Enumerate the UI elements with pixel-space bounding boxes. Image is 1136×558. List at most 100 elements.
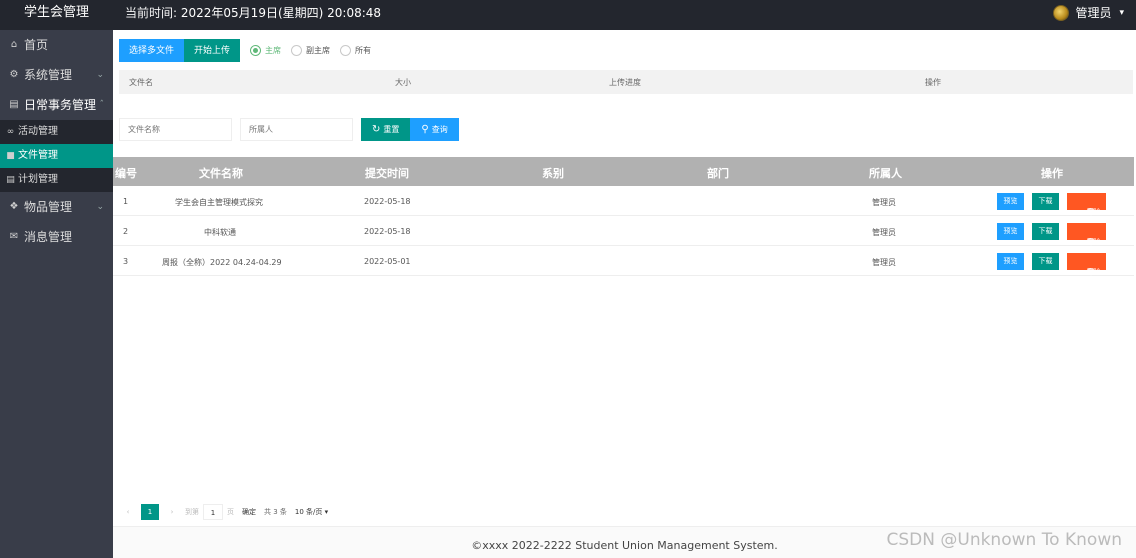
cell-no: 1 bbox=[123, 197, 129, 206]
reset-button[interactable]: ↻ 重置 bbox=[361, 118, 411, 141]
row-actions: 预览 下载 🗑 删除 bbox=[997, 223, 1106, 246]
chevron-down-icon: ⌄ bbox=[96, 70, 104, 80]
mail-icon: ✉ bbox=[9, 231, 19, 242]
top-header: 学生会管理 当前时间: 2022年05月19日(星期四) 20:08:48 管理… bbox=[0, 0, 1136, 30]
cell-date: 2022-05-18 bbox=[364, 227, 411, 236]
choose-files-button[interactable]: 选择多文件 bbox=[119, 39, 185, 62]
upload-list-header: 文件名 大小 上传进度 操作 bbox=[119, 70, 1133, 94]
start-upload-button[interactable]: 开始上传 bbox=[184, 39, 241, 62]
th-date: 提交时间 bbox=[365, 167, 409, 180]
sidebar-item-goods[interactable]: ❖ 物品管理 ⌄ bbox=[0, 192, 113, 222]
col-action: 操作 bbox=[925, 78, 941, 87]
delete-button[interactable]: 🗑 删除 bbox=[1067, 223, 1106, 246]
sidebar-item-activity[interactable]: ∞ 活动管理 bbox=[0, 120, 113, 144]
sidebar-item-system[interactable]: ⚙ 系统管理 ⌄ bbox=[0, 60, 113, 90]
preview-button[interactable]: 预览 bbox=[997, 223, 1024, 240]
sidebar-item-messages[interactable]: ✉ 消息管理 bbox=[0, 222, 113, 252]
sidebar-item-label: 物品管理 bbox=[24, 200, 73, 214]
list-icon: ▤ bbox=[6, 175, 15, 185]
cell-name: 中科软通 bbox=[204, 228, 236, 237]
delete-button[interactable]: 🗑 删除 bbox=[1067, 253, 1106, 276]
preview-button[interactable]: 预览 bbox=[997, 253, 1024, 270]
table-row: 2 中科软通 2022-05-18 管理员 预览 下载 🗑 删除 bbox=[113, 216, 1134, 246]
row-actions: 预览 下载 🗑 删除 bbox=[997, 253, 1106, 276]
th-section: 部门 bbox=[707, 167, 729, 180]
preview-button[interactable]: 预览 bbox=[997, 193, 1024, 210]
table-row: 1 学生会自主管理模式探究 2022-05-18 管理员 预览 下载 🗑 删除 bbox=[113, 186, 1134, 216]
radio-circle bbox=[250, 45, 262, 56]
time-value: 2022年05月19日(星期四) 20:08:48 bbox=[180, 6, 382, 20]
current-time: 当前时间: 2022年05月19日(星期四) 20:08:48 bbox=[125, 0, 381, 26]
folder-icon: ■ bbox=[6, 151, 15, 161]
pagination: ‹ 1 › 到第 1 页 确定 共 3 条 10 条/页 ▾ bbox=[119, 504, 328, 520]
th-dept: 系别 bbox=[542, 167, 564, 180]
app-logo: 学生会管理 bbox=[23, 5, 89, 20]
page-unit: 页 bbox=[227, 508, 234, 516]
refresh-icon: ↻ bbox=[372, 124, 381, 135]
table-row: 3 周报（全称）2022 04.24-04.29 2022-05-01 管理员 … bbox=[113, 246, 1134, 276]
col-filename: 文件名 bbox=[129, 78, 153, 87]
sidebar-item-label: 系统管理 bbox=[24, 68, 73, 82]
document-icon: ▤ bbox=[9, 99, 19, 110]
total-count: 共 3 条 bbox=[264, 508, 287, 516]
prev-page-icon[interactable]: ‹ bbox=[119, 504, 137, 520]
radio-label: 副主席 bbox=[306, 46, 331, 55]
th-actions: 操作 bbox=[1041, 167, 1063, 180]
chevron-down-icon: ▾ bbox=[1119, 8, 1124, 18]
delete-label: 删除 bbox=[1086, 269, 1101, 276]
user-name: 管理员 bbox=[1075, 6, 1112, 20]
file-name-input[interactable] bbox=[119, 118, 232, 141]
cell-name: 周报（全称）2022 04.24-04.29 bbox=[162, 258, 282, 267]
row-actions: 预览 下载 🗑 删除 bbox=[997, 193, 1106, 216]
user-menu[interactable]: 管理员 ▾ bbox=[1053, 0, 1124, 26]
time-label: 当前时间: bbox=[125, 6, 178, 20]
radio-circle bbox=[291, 45, 303, 56]
home-icon: ⌂ bbox=[10, 39, 18, 50]
cell-owner: 管理员 bbox=[872, 258, 896, 267]
cell-owner: 管理员 bbox=[872, 228, 896, 237]
search-bar: ↻重置 ⚲查询 bbox=[119, 118, 459, 141]
sidebar-item-files[interactable]: ■ 文件管理 bbox=[0, 144, 113, 168]
radio-label: 所有 bbox=[355, 46, 372, 55]
confirm-button[interactable]: 确定 bbox=[242, 507, 256, 517]
gear-icon: ⚙ bbox=[9, 69, 19, 80]
radio-circle bbox=[340, 45, 352, 56]
chevron-down-icon: ▾ bbox=[324, 508, 329, 516]
chevron-down-icon: ⌄ bbox=[96, 202, 104, 212]
search-icon: ⚲ bbox=[421, 124, 429, 135]
cell-no: 3 bbox=[123, 257, 129, 266]
query-button[interactable]: ⚲ 查询 bbox=[410, 118, 459, 141]
reset-label: 重置 bbox=[383, 125, 400, 134]
sidebar-item-daily-affairs[interactable]: ▤ 日常事务管理 ˆ bbox=[0, 90, 113, 120]
sidebar: ⌂ 首页 ⚙ 系统管理 ⌄ ▤ 日常事务管理 ˆ ∞ 活动管理 ■ 文件管理 ▤… bbox=[0, 30, 113, 558]
query-label: 查询 bbox=[431, 125, 448, 134]
sidebar-item-plan[interactable]: ▤ 计划管理 bbox=[0, 168, 113, 192]
th-name: 文件名称 bbox=[199, 167, 243, 180]
sidebar-item-label: 文件管理 bbox=[18, 150, 58, 161]
sidebar-item-home[interactable]: ⌂ 首页 bbox=[0, 30, 113, 60]
radio-chairman[interactable]: 主席 bbox=[250, 45, 281, 56]
sidebar-item-label: 日常事务管理 bbox=[24, 98, 97, 112]
sidebar-item-label: 首页 bbox=[24, 38, 49, 52]
cell-date: 2022-05-01 bbox=[364, 257, 411, 266]
delete-button[interactable]: 🗑 删除 bbox=[1067, 193, 1106, 216]
page-input[interactable]: 1 bbox=[203, 504, 223, 520]
owner-input[interactable] bbox=[240, 118, 353, 141]
download-button[interactable]: 下载 bbox=[1032, 253, 1059, 270]
goto-label: 到第 bbox=[185, 508, 199, 516]
cell-owner: 管理员 bbox=[872, 198, 896, 207]
cell-name: 学生会自主管理模式探究 bbox=[175, 198, 263, 207]
per-page-select[interactable]: 10 条/页 ▾ bbox=[295, 507, 328, 517]
chevron-up-icon: ˆ bbox=[99, 100, 105, 110]
page-1-button[interactable]: 1 bbox=[141, 504, 159, 520]
download-button[interactable]: 下载 bbox=[1032, 193, 1059, 210]
box-icon: ❖ bbox=[9, 201, 19, 212]
next-page-icon[interactable]: › bbox=[163, 504, 181, 520]
table-header: 编号 文件名称 提交时间 系别 部门 所属人 操作 bbox=[113, 157, 1134, 186]
radio-all[interactable]: 所有 bbox=[340, 45, 371, 56]
avatar bbox=[1053, 5, 1070, 21]
radio-vice-chairman[interactable]: 副主席 bbox=[291, 45, 330, 56]
sidebar-item-label: 消息管理 bbox=[24, 230, 73, 244]
download-button[interactable]: 下载 bbox=[1032, 223, 1059, 240]
th-no: 编号 bbox=[115, 167, 137, 180]
